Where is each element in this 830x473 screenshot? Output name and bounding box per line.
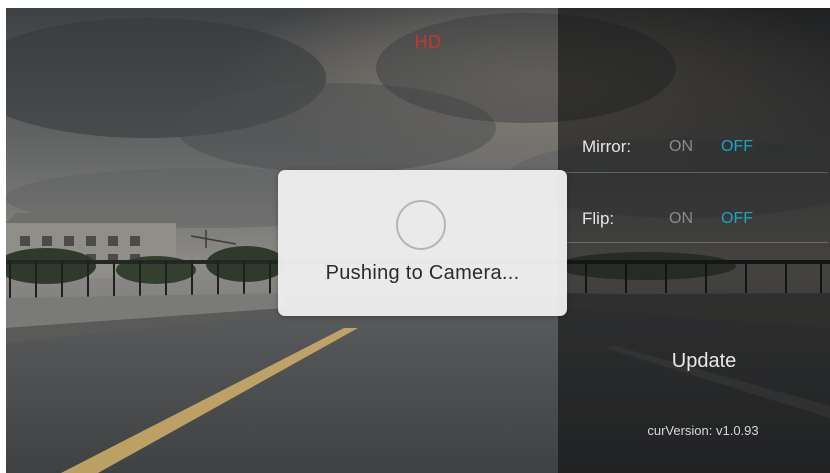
update-button[interactable]: Update	[648, 350, 760, 373]
flip-off-option[interactable]: OFF	[721, 210, 753, 228]
progress-dialog: Pushing to Camera...	[278, 170, 567, 316]
mirror-setting-row: Mirror: ON OFF	[558, 130, 830, 164]
progress-message: Pushing to Camera...	[325, 262, 520, 284]
mirror-off-option[interactable]: OFF	[721, 138, 753, 156]
loading-spinner-icon	[396, 200, 446, 250]
flip-on-option[interactable]: ON	[669, 210, 693, 228]
camera-preview: HD Mirror: ON OFF Flip: ON OFF Update cu…	[6, 8, 830, 473]
version-text: curVersion: v1.0.93	[647, 423, 759, 438]
hd-quality-badge: HD	[414, 32, 442, 52]
flip-label: Flip:	[582, 209, 615, 228]
divider	[562, 172, 828, 173]
settings-panel: Mirror: ON OFF Flip: ON OFF Update curVe…	[558, 8, 830, 473]
flip-setting-row: Flip: ON OFF	[558, 202, 830, 236]
mirror-label: Mirror:	[582, 137, 632, 156]
mirror-on-option[interactable]: ON	[669, 138, 693, 156]
divider	[562, 242, 828, 243]
